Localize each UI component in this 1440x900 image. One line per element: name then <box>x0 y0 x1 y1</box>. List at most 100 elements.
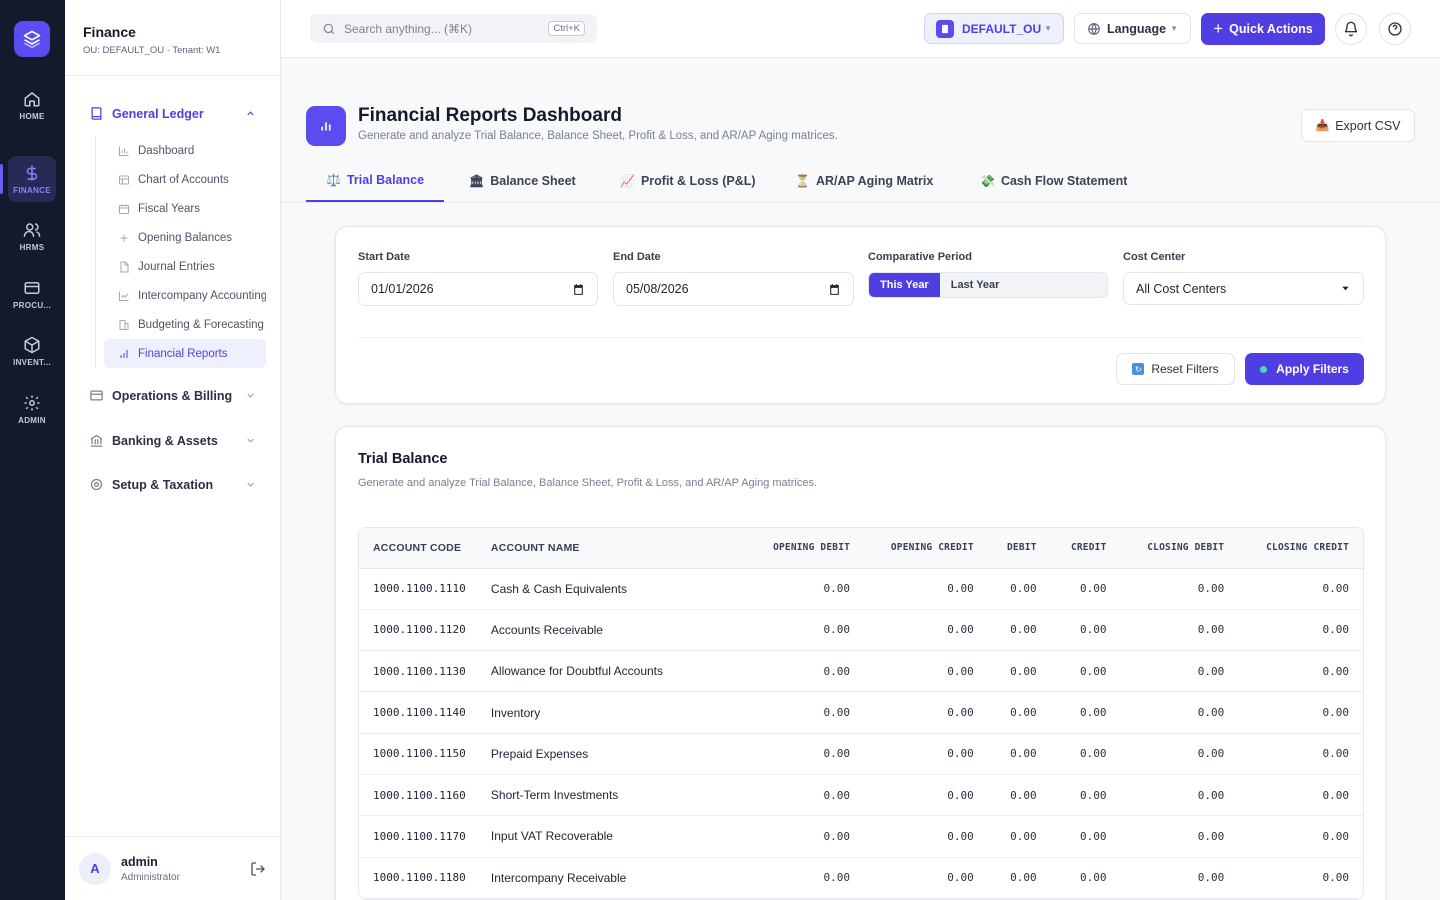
sidebar-group-setup-taxation[interactable]: Setup & Taxation <box>89 477 256 492</box>
language-selector[interactable]: Language ▼ <box>1074 13 1191 44</box>
sidebar-group-general-ledger[interactable]: General Ledger <box>89 106 256 121</box>
amount-cell: 0.00 <box>850 774 974 817</box>
module-sidebar: Finance OU: DEFAULT_OU · Tenant: W1 Gene… <box>65 0 281 900</box>
gear-icon <box>90 478 103 491</box>
col-debit[interactable]: DEBIT <box>973 528 1037 569</box>
col-opening-debit[interactable]: OPENING DEBIT <box>728 528 851 569</box>
calendar-icon <box>830 283 839 295</box>
sidebar-group-label: General Ledger <box>112 106 204 121</box>
account-name-cell: Allowance for Doubtful Accounts <box>490 650 729 693</box>
apply-filters-button[interactable]: Apply Filters <box>1245 353 1364 385</box>
amount-cell: 0.00 <box>1106 691 1225 734</box>
amount-cell: 0.00 <box>728 650 851 693</box>
cost-center-select[interactable]: All Cost Centers <box>1123 272 1364 305</box>
account-name-cell: Inventory <box>490 691 729 734</box>
amount-cell: 0.00 <box>850 609 974 652</box>
rail-item-inventory[interactable]: INVENT... <box>8 328 56 374</box>
amount-cell: 0.00 <box>973 650 1037 693</box>
table-row[interactable]: 1000.1100.1110 Cash & Cash Equivalents 0.0… <box>359 568 1363 610</box>
tab-aging-matrix[interactable]: ⏳ AR/AP Aging Matrix <box>775 160 953 202</box>
tab-balance-sheet[interactable]: 🏛 Balance Sheet <box>449 160 596 202</box>
account-code-cell: 1000.1100.1130 <box>359 650 491 693</box>
amount-cell: 0.00 <box>1224 691 1363 734</box>
money-icon: 💸 <box>980 174 995 188</box>
rail-item-procurement[interactable]: PROCU... <box>8 271 56 317</box>
table-row[interactable]: 1000.1100.1160 Short-Term Investments 0.00… <box>359 774 1363 817</box>
account-name-cell: Prepaid Expenses <box>490 733 729 775</box>
user-role: Administrator <box>121 871 180 883</box>
table-row[interactable]: 1000.1100.1150 Prepaid Expenses 0.00 0.00 0.… <box>359 733 1363 775</box>
app-logo-icon[interactable] <box>14 21 50 57</box>
help-button[interactable] <box>1379 13 1411 45</box>
tab-profit-loss[interactable]: 📈 Profit & Loss (P&L) <box>600 160 776 202</box>
sidebar-item-dashboard[interactable]: Dashboard <box>104 136 266 165</box>
search-input[interactable]: Search anything... (⌘K) Ctrl+K <box>310 14 597 43</box>
amount-cell: 0.00 <box>1036 609 1107 652</box>
rail-item-home[interactable]: HOME <box>8 82 56 128</box>
sidebar-group-operations-billing[interactable]: Operations & Billing <box>89 388 256 403</box>
section-subtitle: Generate and analyze Trial Balance, Bala… <box>358 477 818 489</box>
quick-actions-button[interactable]: + Quick Actions <box>1201 13 1325 45</box>
rail-item-hrms[interactable]: HRMS <box>8 213 56 259</box>
ou-selector[interactable]: DEFAULT_OU ▼ <box>924 13 1064 44</box>
table-row[interactable]: 1000.1100.1140 Inventory 0.00 0.00 0.00 0.00 0… <box>359 691 1363 734</box>
col-closing-credit[interactable]: CLOSING CREDIT <box>1224 528 1363 569</box>
amount-cell: 0.00 <box>1106 815 1225 858</box>
period-last-year[interactable]: Last Year <box>940 279 1011 291</box>
sidebar-item-budgeting[interactable]: Budgeting & Forecasting <box>104 310 266 339</box>
col-account-name[interactable]: ACCOUNT NAME <box>490 528 729 569</box>
refresh-icon: ↻ <box>1132 363 1145 375</box>
amount-cell: 0.00 <box>1224 568 1363 610</box>
globe-icon <box>1088 22 1100 35</box>
sidebar-group-banking-assets[interactable]: Banking & Assets <box>89 433 256 448</box>
amount-cell: 0.00 <box>1036 568 1107 610</box>
col-opening-credit[interactable]: OPENING CREDIT <box>850 528 974 569</box>
sidebar-item-fiscal-years[interactable]: Fiscal Years <box>104 194 266 223</box>
general-ledger-menu: Dashboard Chart of Accounts Fiscal Years… <box>95 136 266 368</box>
card-icon <box>90 390 103 401</box>
sidebar-item-intercompany[interactable]: Intercompany Accounting <box>104 281 266 310</box>
sidebar-item-chart-of-accounts[interactable]: Chart of Accounts <box>104 165 266 194</box>
sidebar-item-journal-entries[interactable]: Journal Entries <box>104 252 266 281</box>
account-name-cell: Accounts Receivable <box>490 609 729 652</box>
amount-cell: 0.00 <box>850 733 974 775</box>
col-closing-debit[interactable]: CLOSING DEBIT <box>1106 528 1225 569</box>
table-row[interactable]: 1000.1100.1170 Input VAT Recoverable 0.00 0… <box>359 815 1363 858</box>
start-date-input[interactable]: 01/01/2026 <box>358 272 598 306</box>
period-this-year[interactable]: This Year <box>869 273 940 297</box>
rail-item-admin[interactable]: ADMIN <box>8 386 56 432</box>
card-icon <box>24 281 40 294</box>
col-account-code[interactable]: ACCOUNT CODE <box>359 528 491 569</box>
tab-cash-flow[interactable]: 💸 Cash Flow Statement <box>960 160 1147 202</box>
export-csv-button[interactable]: 📥 Export CSV <box>1301 109 1415 142</box>
chevron-down-icon <box>247 393 254 398</box>
sidebar-header: Finance OU: DEFAULT_OU · Tenant: W1 <box>65 0 280 76</box>
avatar[interactable]: A <box>79 852 111 885</box>
amount-cell: 0.00 <box>728 774 851 817</box>
account-code-cell: 1000.1100.1160 <box>359 774 491 817</box>
chevron-up-icon <box>247 111 254 116</box>
table-row[interactable]: 1000.1100.1180 Intercompany Receivable 0.0… <box>359 857 1363 899</box>
table-row[interactable]: 1000.1100.1120 Accounts Receivable 0.00 0.0… <box>359 609 1363 652</box>
sidebar-item-opening-balances[interactable]: Opening Balances <box>104 223 266 252</box>
filter-card: Start Date 01/01/2026 End Date 05/08/202… <box>335 226 1386 404</box>
rail-item-finance[interactable]: FINANCE <box>0 156 56 202</box>
chevron-down-icon <box>247 438 254 443</box>
table-row[interactable]: 1000.1100.1130 Allowance for Doubtful Acc… <box>359 650 1363 693</box>
account-code-cell: 1000.1100.1180 <box>359 857 491 899</box>
logout-icon[interactable] <box>250 861 266 877</box>
amount-cell: 0.00 <box>973 815 1037 858</box>
amount-cell: 0.00 <box>1036 691 1107 734</box>
col-credit[interactable]: CREDIT <box>1036 528 1107 569</box>
caret-down-icon <box>1342 286 1349 291</box>
tab-trial-balance[interactable]: ⚖️ Trial Balance <box>306 160 445 202</box>
divider <box>358 337 1363 338</box>
sidebar-item-financial-reports[interactable]: Financial Reports <box>104 339 266 368</box>
page-title: Financial Reports Dashboard <box>358 105 622 126</box>
reset-filters-button[interactable]: ↻ Reset Filters <box>1116 353 1235 385</box>
end-date-input[interactable]: 05/08/2026 <box>613 272 854 306</box>
user-panel: A admin Administrator <box>65 836 280 900</box>
amount-cell: 0.00 <box>728 568 851 610</box>
amount-cell: 0.00 <box>973 774 1037 817</box>
notifications-button[interactable] <box>1335 13 1367 45</box>
